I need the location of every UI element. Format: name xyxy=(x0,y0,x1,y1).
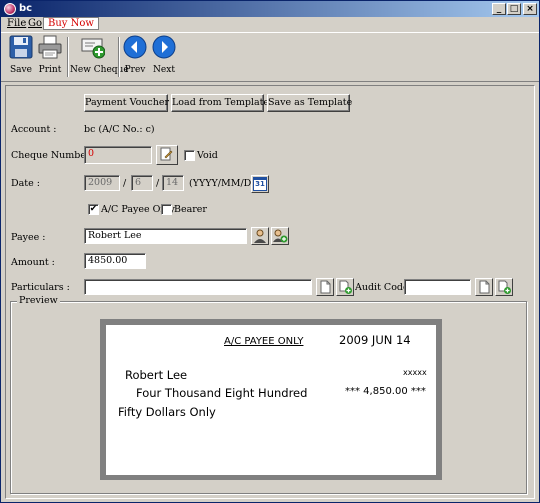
menu-go[interactable]: Go xyxy=(28,18,42,29)
toolbar: Save Print New Cheque Prev Next xyxy=(1,32,539,82)
new-cheque-label: New Cheque xyxy=(70,65,129,75)
save-label: Save xyxy=(10,65,32,75)
particulars-field[interactable] xyxy=(84,279,312,295)
load-from-template-button[interactable]: Load from Template xyxy=(171,94,269,112)
app-icon xyxy=(4,3,16,15)
save-button[interactable]: Save xyxy=(7,35,35,79)
arrow-left-icon xyxy=(123,35,147,59)
floppy-disk-icon xyxy=(9,35,33,59)
payment-voucher-button[interactable]: Payment Voucher xyxy=(84,94,169,112)
add-document-icon xyxy=(339,280,352,294)
print-button[interactable]: Print xyxy=(35,35,65,79)
crossing-text: A/C PAYEE ONLY xyxy=(224,336,304,347)
account-label: Account : xyxy=(11,124,57,135)
amount-field[interactable]: 4850.00 xyxy=(84,253,146,269)
date-day-field[interactable]: 14 xyxy=(162,175,184,191)
new-cheque-icon xyxy=(81,35,106,59)
amount-in-words-line1: Four Thousand Eight Hundred xyxy=(136,386,308,400)
cheque-masked-field: xxxxx xyxy=(403,368,427,377)
add-particulars-button[interactable] xyxy=(336,278,354,296)
minimize-button[interactable]: _ xyxy=(492,3,506,15)
edit-cheque-number-button[interactable] xyxy=(156,145,178,165)
date-separator: / xyxy=(156,178,160,189)
select-payee-button[interactable] xyxy=(251,227,269,245)
edit-pencil-icon xyxy=(160,147,173,161)
bearer-checkbox[interactable] xyxy=(161,204,172,215)
preview-group-title: Preview xyxy=(17,295,60,306)
calendar-icon: 31 xyxy=(253,177,267,191)
cheque-date: 2009 JUN 14 xyxy=(339,333,411,347)
close-button[interactable]: × xyxy=(523,3,537,15)
particulars-label: Particulars : xyxy=(11,282,70,293)
menu-buy-now[interactable]: Buy Now xyxy=(43,17,99,30)
audit-code-field[interactable] xyxy=(404,279,471,295)
account-value: bc (A/C No.: c) xyxy=(84,124,155,135)
prev-label: Prev xyxy=(124,65,146,75)
printer-icon xyxy=(38,35,62,59)
title-bar[interactable]: bc _ □ × xyxy=(1,1,539,17)
bearer-label: Bearer xyxy=(174,204,207,215)
date-label: Date : xyxy=(11,178,40,189)
add-person-icon xyxy=(273,229,288,243)
date-separator: / xyxy=(123,178,127,189)
toolbar-separator xyxy=(67,37,69,77)
payee-field[interactable]: Robert Lee xyxy=(84,228,247,244)
amount-in-figures: *** 4,850.00 *** xyxy=(345,386,426,397)
prev-button[interactable]: Prev xyxy=(122,35,148,79)
date-year-field[interactable]: 2009 xyxy=(84,175,120,191)
document-icon xyxy=(479,280,490,294)
app-window: bc _ □ × File Go Buy Now Save Print New … xyxy=(0,0,540,503)
arrow-right-icon xyxy=(152,35,176,59)
add-payee-button[interactable] xyxy=(271,227,289,245)
date-month-field[interactable]: 6 xyxy=(131,175,153,191)
add-document-icon xyxy=(498,280,511,294)
save-as-template-button[interactable]: Save as Template xyxy=(267,94,352,112)
toolbar-separator xyxy=(118,37,120,77)
audit-code-list-button[interactable] xyxy=(475,278,493,296)
particulars-list-button[interactable] xyxy=(316,278,334,296)
calendar-button[interactable]: 31 xyxy=(251,175,269,193)
cheque-number-field[interactable]: 0 xyxy=(84,146,152,164)
ac-payee-only-checkbox[interactable]: ✔ xyxy=(88,204,99,215)
next-button[interactable]: Next xyxy=(151,35,177,79)
print-label: Print xyxy=(38,65,62,75)
payee-label: Payee : xyxy=(11,232,46,243)
person-icon xyxy=(254,229,266,243)
cheque-preview: A/C PAYEE ONLY 2009 JUN 14 Robert Lee xx… xyxy=(106,325,436,475)
void-checkbox[interactable] xyxy=(184,150,195,161)
menu-file[interactable]: File xyxy=(7,18,26,29)
maximize-button[interactable]: □ xyxy=(507,3,521,15)
cheque-payee: Robert Lee xyxy=(125,368,188,382)
new-cheque-button[interactable]: New Cheque xyxy=(70,35,129,79)
document-icon xyxy=(320,280,331,294)
void-label: Void xyxy=(197,150,218,161)
amount-in-words-line2: Fifty Dollars Only xyxy=(118,405,216,419)
menu-bar: File Go Buy Now xyxy=(1,17,539,31)
next-label: Next xyxy=(153,65,175,75)
amount-label: Amount : xyxy=(11,257,55,268)
add-audit-code-button[interactable] xyxy=(495,278,513,296)
window-title: bc xyxy=(19,3,33,14)
